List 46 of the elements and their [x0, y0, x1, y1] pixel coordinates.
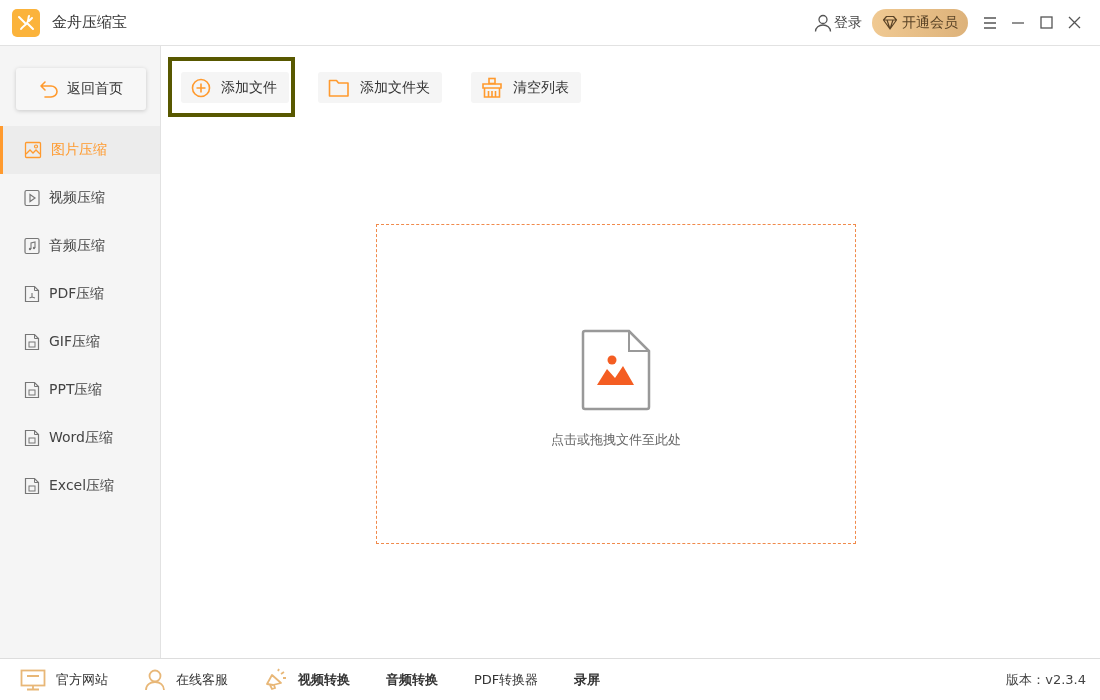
document-icon	[24, 381, 40, 399]
footer-link[interactable]: 在线客服	[144, 668, 228, 691]
drop-zone[interactable]: 点击或拖拽文件至此处	[375, 224, 856, 544]
sidebar-item[interactable]: PDF压缩	[0, 270, 160, 318]
return-arrow-icon	[39, 80, 59, 98]
play-icon	[24, 189, 40, 207]
sidebar-item[interactable]: PPT压缩	[0, 366, 160, 414]
close-icon	[1067, 16, 1081, 29]
plus-circle-icon	[191, 77, 211, 98]
footer-link[interactable]: 官方网站	[20, 668, 108, 691]
menu-icon	[983, 16, 997, 29]
diamond-icon	[882, 14, 898, 31]
sidebar-item[interactable]: 视频压缩	[0, 174, 160, 222]
document-icon	[24, 477, 40, 495]
sidebar-item[interactable]: 音频压缩	[0, 222, 160, 270]
megaphone-icon	[264, 667, 288, 692]
sidebar-item[interactable]: Excel压缩	[0, 462, 160, 510]
toolbar-button[interactable]: 添加文件夹	[318, 72, 442, 103]
back-home-button[interactable]: 返回首页	[16, 68, 146, 110]
music-note-icon	[24, 237, 40, 255]
user-icon	[814, 13, 832, 32]
document-icon	[24, 333, 40, 351]
image-icon	[24, 141, 42, 159]
version-label: 版本：v2.3.4	[1006, 670, 1086, 689]
login-button[interactable]: 登录	[814, 13, 862, 32]
footer-link[interactable]: 视频转换	[264, 667, 350, 692]
sidebar-item[interactable]: Word压缩	[0, 414, 160, 462]
footer-link[interactable]: 录屏	[574, 670, 601, 689]
monitor-icon	[20, 668, 46, 691]
footer-link[interactable]: 音频转换	[386, 670, 438, 689]
document-icon	[24, 285, 40, 303]
person-icon	[144, 668, 166, 691]
maximize-icon	[1039, 16, 1053, 29]
minimize-icon	[1011, 21, 1025, 24]
folder-icon	[328, 77, 350, 98]
toolbar-button[interactable]: 清空列表	[471, 72, 581, 103]
document-icon	[24, 429, 40, 447]
toolbar-button[interactable]: 添加文件	[181, 72, 289, 103]
basket-icon	[481, 76, 503, 99]
app-logo	[12, 8, 40, 37]
sidebar-item[interactable]: GIF压缩	[0, 318, 160, 366]
app-title: 金舟压缩宝	[52, 13, 127, 32]
drop-hint: 点击或拖拽文件至此处	[550, 431, 681, 449]
footer-link[interactable]: PDF转换器	[474, 670, 539, 689]
image-file-icon	[580, 329, 651, 411]
vip-button[interactable]: 开通会员	[872, 8, 968, 37]
